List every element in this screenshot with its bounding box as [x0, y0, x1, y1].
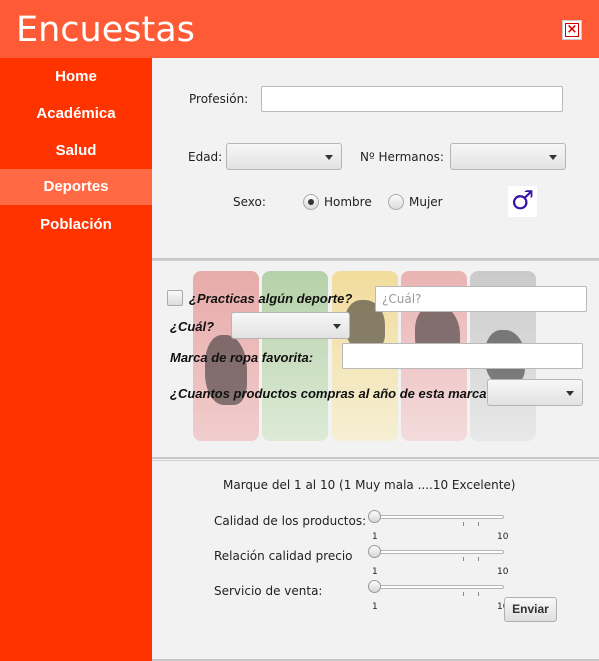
quality-slider-thumb[interactable]: [368, 510, 381, 523]
slider-tick: [478, 557, 479, 561]
slider-tick: [478, 592, 479, 596]
slider-tick: [478, 522, 479, 526]
purchases-label: ¿Cuantos productos compras al año de est…: [170, 386, 495, 401]
siblings-combobox[interactable]: [450, 143, 566, 170]
profession-field[interactable]: [261, 86, 563, 112]
practice-sport-label: ¿Practicas algún deporte?: [189, 291, 353, 306]
practice-sport-checkbox[interactable]: [167, 290, 183, 306]
brand-label: Marca de ropa favorita:: [170, 350, 314, 365]
slider-tick: [463, 522, 464, 526]
slider-label-value: Relación calidad precio: [214, 549, 353, 563]
slider-label-quality: Calidad de los productos:: [214, 514, 367, 528]
male-symbol-icon: ♂: [508, 186, 537, 217]
value-slider-thumb[interactable]: [368, 545, 381, 558]
slider-tick: [463, 557, 464, 561]
sex-option-hombre-label: Hombre: [324, 195, 372, 209]
quality-slider-track[interactable]: [369, 515, 504, 519]
chevron-down-icon: [333, 323, 341, 329]
sidebar: Home Académica Salud Deportes Población: [0, 58, 152, 661]
profession-label: Profesión:: [189, 92, 249, 106]
service-slider-track[interactable]: [369, 585, 504, 589]
which-sport-combobox[interactable]: [231, 312, 350, 339]
sidebar-item-poblacion[interactable]: Población: [0, 207, 152, 243]
purchases-combobox[interactable]: [487, 379, 583, 406]
age-label: Edad:: [188, 150, 223, 164]
sex-radio-hombre[interactable]: [303, 194, 319, 210]
slider-min-label: 1: [372, 602, 378, 612]
rating-instructions: Marque del 1 al 10 (1 Muy mala ....10 Ex…: [223, 478, 516, 492]
sidebar-item-academica[interactable]: Académica: [0, 96, 152, 132]
submit-button[interactable]: Enviar: [504, 597, 557, 622]
window-title: Encuestas: [16, 10, 195, 50]
chevron-down-icon: [549, 154, 557, 160]
which-sport-field[interactable]: ¿Cuál?: [375, 286, 587, 312]
sex-label: Sexo:: [233, 195, 266, 209]
chevron-down-icon: [566, 390, 574, 396]
which-label: ¿Cuál?: [170, 319, 215, 334]
sidebar-item-salud[interactable]: Salud: [0, 133, 152, 169]
chevron-down-icon: [325, 154, 333, 160]
slider-max-label: 10: [497, 567, 509, 577]
radio-selected-dot: [308, 199, 314, 205]
title-bar: Encuestas ×: [0, 0, 599, 58]
close-button[interactable]: ×: [562, 20, 582, 40]
close-icon: ×: [565, 22, 579, 37]
slider-tick: [463, 592, 464, 596]
slider-max-label: 10: [497, 532, 509, 542]
sidebar-item-deportes[interactable]: Deportes: [0, 169, 152, 205]
sex-radio-mujer[interactable]: [388, 194, 404, 210]
age-combobox[interactable]: [226, 143, 342, 170]
sex-option-mujer-label: Mujer: [409, 195, 443, 209]
slider-min-label: 1: [372, 532, 378, 542]
brand-field[interactable]: [342, 343, 583, 369]
slider-min-label: 1: [372, 567, 378, 577]
service-slider-thumb[interactable]: [368, 580, 381, 593]
slider-label-service: Servicio de venta:: [214, 584, 323, 598]
sidebar-item-home[interactable]: Home: [0, 59, 152, 95]
siblings-label: Nº Hermanos:: [360, 150, 444, 164]
value-slider-track[interactable]: [369, 550, 504, 554]
